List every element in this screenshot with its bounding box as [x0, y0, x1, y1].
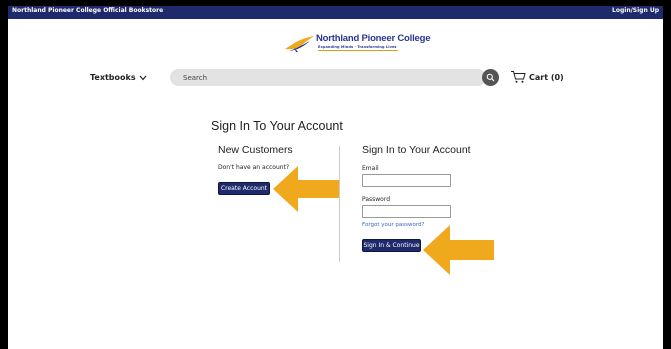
new-customers-heading: New Customers: [218, 144, 293, 156]
sign-in-continue-button[interactable]: Sign In & Continue: [362, 239, 421, 252]
nav-row: Textbooks Cart (0): [8, 69, 663, 87]
sign-in-heading: Sign In to Your Account: [362, 144, 471, 156]
textbooks-label: Textbooks: [90, 73, 136, 82]
password-label: Password: [362, 196, 391, 203]
textbooks-menu[interactable]: Textbooks: [90, 73, 147, 82]
email-field[interactable]: [362, 174, 451, 187]
college-tagline: Expanding Minds · Transforming Lives: [318, 45, 397, 49]
bird-logo-icon: [285, 36, 314, 52]
arrow-pointing-create-account: [273, 166, 339, 212]
search-input[interactable]: [183, 71, 463, 84]
chevron-down-icon: [139, 75, 147, 80]
cart-link[interactable]: Cart (0): [510, 70, 564, 84]
search-button[interactable]: [482, 69, 499, 86]
cart-icon: [511, 71, 526, 83]
browser-page: Northland Pioneer College Official Books…: [8, 6, 663, 349]
logo-underline: [318, 50, 398, 51]
store-name[interactable]: Northland Pioneer College Official Books…: [12, 7, 163, 14]
cart-label: Cart (0): [529, 72, 564, 82]
search-icon: [486, 73, 495, 82]
college-name: Northland Pioneer College: [316, 33, 431, 44]
college-logo[interactable]: Northland Pioneer College Expanding Mind…: [284, 33, 430, 57]
forgot-password-link[interactable]: Forgot your password?: [362, 222, 424, 228]
email-label: Email: [362, 165, 379, 172]
create-account-button[interactable]: Create Account: [218, 182, 270, 195]
login-signup-link[interactable]: Login/Sign Up: [612, 7, 659, 14]
search-bar: [170, 69, 486, 86]
arrow-pointing-sign-in-continue: [423, 225, 494, 275]
page-title: Sign In To Your Account: [211, 119, 343, 133]
password-field[interactable]: [362, 205, 451, 218]
top-bar: Northland Pioneer College Official Books…: [8, 6, 663, 19]
